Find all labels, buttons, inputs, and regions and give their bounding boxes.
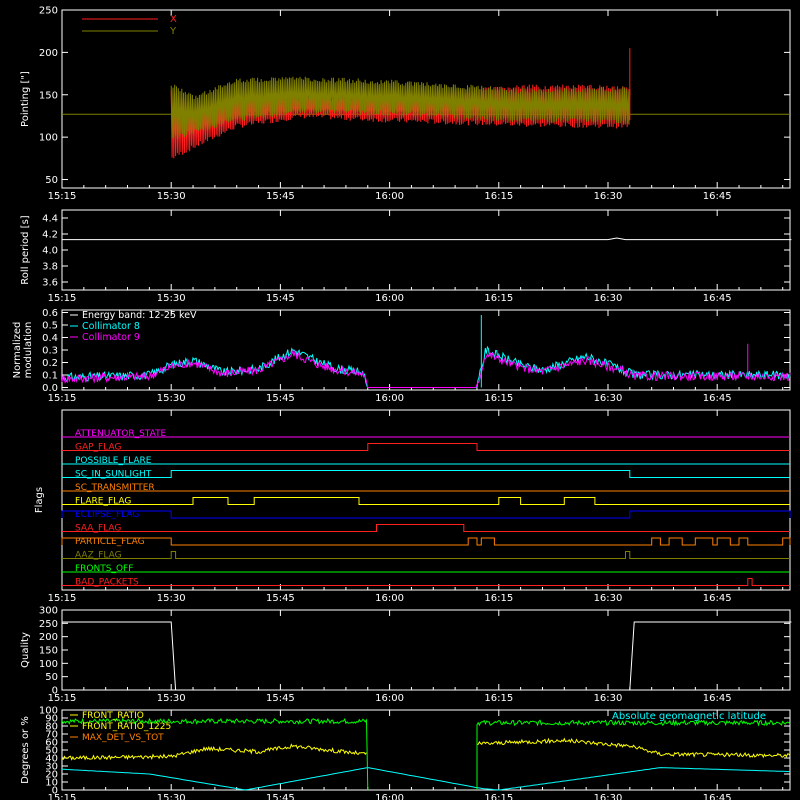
quality-xtick-label: 15:30	[157, 693, 186, 704]
roll-ylabel: Roll period [s]	[20, 215, 31, 284]
flags-xtick-label: 15:45	[266, 593, 295, 604]
quality-xtick-label: 16:30	[594, 693, 623, 704]
flags-ylabel: Flags	[34, 487, 45, 513]
pointing-ytick-label: 250	[39, 6, 58, 17]
roll-ytick-label: 4.2	[42, 230, 58, 241]
modulation-xtick-label: 15:45	[266, 393, 295, 404]
pointing-ytick-label: 200	[39, 48, 58, 59]
quality-ylabel: Quality	[20, 632, 31, 668]
roll-xtick-label: 15:30	[157, 293, 186, 304]
roll-ytick-label: 3.6	[42, 278, 58, 289]
pointing-ytick-label: 100	[39, 133, 58, 144]
modulation-xtick-label: 16:30	[594, 393, 623, 404]
roll-ytick-label: 4.0	[42, 246, 58, 257]
modulation-legend-label: Energy band: 12-25 keV	[82, 310, 197, 321]
quality-xtick-label: 15:45	[266, 693, 295, 704]
geo-legend-latitude: Absolute geomagnetic latitude	[612, 711, 766, 722]
roll-ytick-label: 4.4	[42, 214, 58, 225]
quality-ytick-label: 150	[39, 646, 58, 657]
geo-xtick-label: 16:00	[375, 793, 404, 800]
pointing-ytick-label: 150	[39, 90, 58, 101]
geo-xtick-label: 16:45	[703, 793, 732, 800]
roll-xtick-label: 16:45	[703, 293, 732, 304]
pointing-legend-label: Y	[169, 26, 177, 37]
geo-legend-label: MAX_DET_VS_TOT	[82, 733, 164, 743]
quality-ytick-label: 250	[39, 619, 58, 630]
modulation-ytick-label: 0.4	[42, 333, 58, 344]
geo-ylabel: Degrees or %	[20, 716, 31, 784]
pointing-xtick-label: 15:45	[266, 191, 295, 202]
quality-ytick-label: 100	[39, 659, 58, 670]
modulation-xtick-label: 16:00	[375, 393, 404, 404]
geo-xtick-label: 15:30	[157, 793, 186, 800]
geo-ytick-label: 100	[39, 706, 58, 717]
roll-xtick-label: 16:30	[594, 293, 623, 304]
modulation-ytick-label: 0.5	[42, 321, 58, 332]
modulation-legend-label: Collimator 9	[82, 332, 140, 343]
modulation-xtick-label: 15:15	[48, 393, 77, 404]
flags-xtick-label: 16:30	[594, 593, 623, 604]
quality-xtick-label: 16:15	[484, 693, 513, 704]
geo-xtick-label: 16:15	[484, 793, 513, 800]
roll-xtick-label: 16:00	[375, 293, 404, 304]
geo-legend-label: FRONT_RATIO	[82, 711, 144, 721]
modulation-xtick-label: 15:30	[157, 393, 186, 404]
quality-xtick-label: 15:15	[48, 693, 77, 704]
modulation-ylabel-line: Normalized	[12, 322, 23, 379]
roll-xtick-label: 16:15	[484, 293, 513, 304]
flags-xtick-label: 16:15	[484, 593, 513, 604]
pointing-xtick-label: 15:15	[48, 191, 77, 202]
modulation-ylabel-line: modulation	[23, 322, 34, 379]
flags-xtick-label: 16:45	[703, 593, 732, 604]
modulation-ytick-label: 0.2	[42, 358, 58, 369]
roll-xtick-label: 15:15	[48, 293, 77, 304]
modulation-xtick-label: 16:15	[484, 393, 513, 404]
roll-xtick-label: 15:45	[266, 293, 295, 304]
quality-ytick-label: 200	[39, 632, 58, 643]
rhessi-quicklook-figure: 50 100 150 200 250 15:15 15:30 15:45 16:00 16:15 1…	[0, 0, 800, 800]
flags-xtick-label: 15:30	[157, 593, 186, 604]
quality-xtick-label: 16:00	[375, 693, 404, 704]
quality-ytick-label: 300	[39, 606, 58, 617]
pointing-xtick-label: 15:30	[157, 191, 186, 202]
roll-ytick-label: 3.8	[42, 262, 58, 273]
geo-xtick-label: 15:45	[266, 793, 295, 800]
geo-xtick-label: 16:30	[594, 793, 623, 800]
geo-legend-label: FRONT_RATIO_1225	[82, 722, 171, 732]
quality-ytick-label: 50	[45, 672, 58, 683]
flags-xtick-label: 16:00	[375, 593, 404, 604]
pointing-xtick-label: 16:45	[703, 191, 732, 202]
pointing-ytick-label: 50	[45, 175, 58, 186]
pointing-xtick-label: 16:00	[375, 191, 404, 202]
pointing-xtick-label: 16:15	[484, 191, 513, 202]
pointing-ylabel: Pointing ["]	[20, 71, 31, 127]
pointing-legend-label: X	[170, 14, 177, 25]
modulation-ytick-label: 0.6	[42, 308, 58, 319]
geo-xtick-label: 15:15	[48, 793, 77, 800]
flags-xtick-label: 15:15	[48, 593, 77, 604]
pointing-xtick-label: 16:30	[594, 191, 623, 202]
quality-xtick-label: 16:45	[703, 693, 732, 704]
modulation-ytick-label: 0.1	[42, 371, 58, 382]
modulation-legend-label: Collimator 8	[82, 321, 140, 332]
modulation-ytick-label: 0.3	[42, 346, 58, 357]
modulation-xtick-label: 16:45	[703, 393, 732, 404]
